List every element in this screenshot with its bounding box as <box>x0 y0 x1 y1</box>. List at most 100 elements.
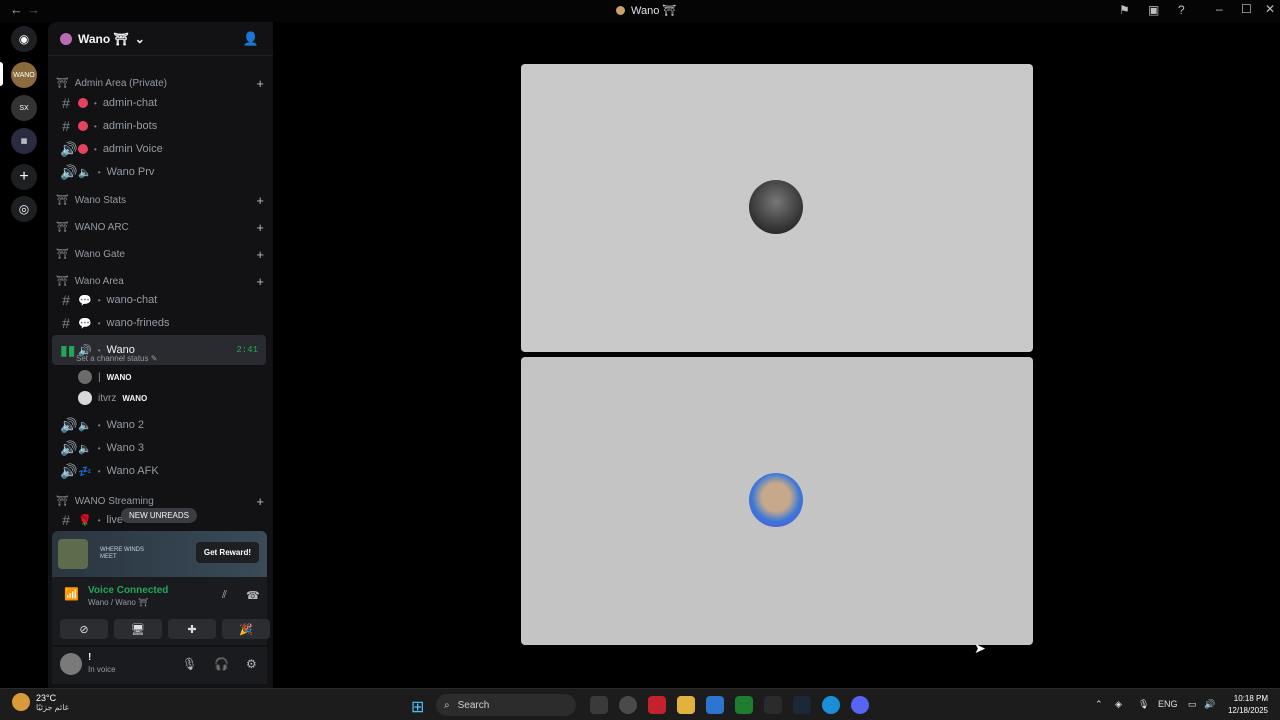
minimize-icon[interactable]: – <box>1216 2 1223 16</box>
discord-icon[interactable] <box>851 696 869 714</box>
text-channel-icon: # <box>62 512 70 528</box>
add-channel-icon[interactable]: + <box>256 274 264 289</box>
volume-icon[interactable]: 🔊 <box>1204 699 1215 710</box>
rose-icon: 🌹 <box>78 514 92 527</box>
category-wano-stats[interactable]: ⛩ Wano Stats + <box>56 191 266 209</box>
voice-user-name: itvrz <box>98 392 117 404</box>
forward-arrow-icon[interactable]: → <box>27 2 40 17</box>
taskbar-search[interactable]: ⌕ Search <box>436 694 576 716</box>
headphones-icon[interactable]: 🎧 <box>214 657 229 671</box>
language-indicator[interactable]: ENG <box>1158 699 1178 709</box>
activities-button[interactable]: ✚ <box>168 619 216 639</box>
close-icon[interactable]: ✕ <box>1265 2 1275 16</box>
channel-wano-prv[interactable]: 🔊 🔈 • Wano Prv <box>52 161 266 183</box>
channel-admin-voice[interactable]: 🔊 • admin Voice <box>52 138 266 160</box>
window-title-text: Wano ⛩ <box>631 5 677 17</box>
add-channel-icon[interactable]: + <box>256 220 264 235</box>
inbox-icon[interactable]: ▣ <box>1148 3 1159 17</box>
voice-channel-icon: 🔊 <box>60 140 78 157</box>
voice-channel-icon: 🔊 <box>60 416 78 433</box>
add-channel-icon[interactable]: + <box>256 76 264 91</box>
server-header[interactable]: Wano ⛩ ⌄ 👤 <box>48 22 273 56</box>
gear-icon[interactable]: ⚙ <box>246 657 257 671</box>
category-wano-arc[interactable]: ⛩ WANO ARC + <box>56 218 266 236</box>
channel-sidebar: Wano ⛩ ⌄ 👤 ⛩ Admin Area (Private) + # • admi… <box>48 22 273 688</box>
channel-wano-frineds[interactable]: # 💬 • wano-frineds <box>52 312 266 334</box>
channel-wano-3[interactable]: 🔊 🔈 • Wano 3 <box>52 437 266 459</box>
voice-user-1[interactable]: | WANO <box>78 368 132 386</box>
server-wano-icon[interactable]: WANO <box>11 62 37 88</box>
channel-status-hint[interactable]: Set a channel status ✎ <box>76 354 157 363</box>
voice-user-2[interactable]: itvrz WANO <box>78 389 147 407</box>
store-icon[interactable] <box>706 696 724 714</box>
flag-icon[interactable]: ⚑ <box>1119 3 1130 17</box>
participant-tile[interactable] <box>521 357 1033 645</box>
add-server-icon[interactable]: + <box>11 164 37 190</box>
taskbar: 23°C غائم جزئيًا ⊞ ⌕ Search ⌃ ◈ 🎙 ENG ▭ … <box>0 688 1280 720</box>
category-wano-gate[interactable]: ⛩ Wano Gate + <box>56 245 266 263</box>
obs-icon[interactable] <box>619 696 637 714</box>
xbox-icon[interactable] <box>735 696 753 714</box>
participant-tile[interactable] <box>521 64 1033 352</box>
promo-logo: WHERE WINDS MEET <box>100 547 144 560</box>
channel-wano-afk[interactable]: 🔊 💤 • Wano AFK <box>52 460 266 482</box>
microphone-icon[interactable]: 🎙 <box>182 657 197 671</box>
network-icon[interactable]: ▭ <box>1188 699 1197 710</box>
add-channel-icon[interactable]: + <box>256 494 264 509</box>
maximize-icon[interactable]: ☐ <box>1241 2 1252 16</box>
red-dot-icon <box>78 121 88 131</box>
weather-temp: 23°C <box>36 693 57 703</box>
username[interactable]: ! <box>88 652 91 663</box>
voice-connected-title[interactable]: Voice Connected <box>88 585 168 596</box>
server-folder-icon[interactable]: ▦ <box>11 128 37 154</box>
channel-label: admin-bots <box>102 120 158 132</box>
disconnect-icon[interactable]: ☎ <box>246 589 260 602</box>
chevron-down-icon: ⌄ <box>134 31 145 46</box>
tray-chevron-icon[interactable]: ⌃ <box>1095 699 1103 710</box>
channel-admin-chat[interactable]: # • admin-chat <box>52 92 266 114</box>
weather-widget[interactable]: 23°C غائم جزئيًا <box>12 693 69 712</box>
role-tag: WANO <box>122 393 148 403</box>
system-clock[interactable]: 10:18 PM 12/18/2025 <box>1228 693 1268 717</box>
discord-home-icon[interactable]: ◉ <box>11 26 37 52</box>
noise-suppression-icon[interactable]: ⫽ <box>222 589 227 602</box>
file-explorer-icon[interactable] <box>677 696 695 714</box>
torii-icon: ⛩ <box>56 221 69 233</box>
channel-label: Wano 2 <box>106 419 145 431</box>
edge-icon[interactable] <box>822 696 840 714</box>
channel-label: Wano 3 <box>106 442 145 454</box>
avatar[interactable] <box>60 653 82 675</box>
steam-icon[interactable] <box>793 696 811 714</box>
tray-app-icon[interactable]: ◈ <box>1115 699 1122 710</box>
get-reward-button[interactable]: Get Reward! <box>195 542 259 563</box>
screen-share-button[interactable]: 🖥 <box>114 619 162 639</box>
channel-admin-bots[interactable]: # • admin-bots <box>52 115 266 137</box>
promo-image <box>58 539 88 569</box>
promo-banner[interactable]: WHERE WINDS MEET Get Reward! <box>52 531 267 577</box>
soundboard-button[interactable]: 🎉 <box>222 619 270 639</box>
add-channel-icon[interactable]: + <box>256 193 264 208</box>
task-view-icon[interactable] <box>590 696 608 714</box>
tray-mic-icon[interactable]: 🎙 <box>1138 699 1149 710</box>
add-channel-icon[interactable]: + <box>256 247 264 262</box>
help-icon[interactable]: ? <box>1178 3 1185 17</box>
clock-time: 10:18 PM <box>1233 694 1268 703</box>
text-channel-icon: # <box>62 118 70 134</box>
amd-icon[interactable] <box>648 696 666 714</box>
category-admin[interactable]: ⛩ Admin Area (Private) + <box>56 74 266 92</box>
channel-wano-2[interactable]: 🔊 🔈 • Wano 2 <box>52 414 266 436</box>
server-2-icon[interactable]: SX <box>11 95 37 121</box>
invite-people-icon[interactable]: 👤 <box>243 31 259 47</box>
back-arrow-icon[interactable]: ← <box>10 2 23 17</box>
channel-wano-chat[interactable]: # 💬 • wano-chat <box>52 289 266 311</box>
camera-off-button[interactable]: ⊘ <box>60 619 108 639</box>
signal-icon[interactable]: 📶 <box>64 587 79 601</box>
category-wano-area[interactable]: ⛩ Wano Area + <box>56 272 266 290</box>
epic-games-icon[interactable] <box>764 696 782 714</box>
windows-start-icon[interactable]: ⊞ <box>411 697 424 717</box>
voice-user-name: | <box>98 371 101 383</box>
voice-connected-subtitle[interactable]: Wano / Wano ⛩ <box>88 598 148 607</box>
new-unreads-button[interactable]: NEW UNREADS <box>121 508 198 523</box>
category-label: WANO Streaming <box>74 495 154 507</box>
discover-icon[interactable]: ◎ <box>11 196 37 222</box>
